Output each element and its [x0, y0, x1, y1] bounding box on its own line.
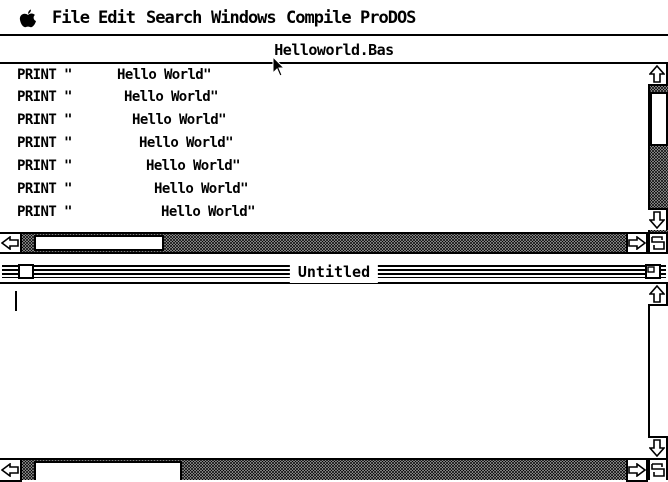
- keyword: PRINT: [17, 158, 57, 174]
- code-string: Hello World": [139, 135, 234, 151]
- scroll-thumb[interactable]: [34, 235, 164, 251]
- code-editor[interactable]: PRINT " Hello World" PRINT " Hello World…: [0, 64, 648, 232]
- vertical-scrollbar[interactable]: [648, 64, 668, 232]
- menu-search[interactable]: Search: [146, 6, 202, 30]
- window-title-bar[interactable]: Helloworld.Bas: [0, 36, 668, 64]
- code-quote: ": [64, 181, 72, 197]
- close-box[interactable]: [18, 264, 34, 279]
- arrow-right-icon: [628, 236, 646, 250]
- code-quote: ": [64, 204, 72, 220]
- scroll-left-button[interactable]: [0, 458, 22, 482]
- code-line: PRINT: [17, 132, 57, 154]
- menu-compile[interactable]: Compile: [286, 6, 352, 30]
- scroll-up-button[interactable]: [648, 284, 668, 306]
- zoom-box[interactable]: [645, 264, 661, 279]
- arrow-right-icon: [628, 463, 646, 477]
- arrow-left-icon: [1, 236, 19, 250]
- code-quote: ": [64, 67, 72, 83]
- text-editor[interactable]: [0, 284, 648, 458]
- grow-box[interactable]: [648, 232, 668, 254]
- arrow-left-icon: [1, 463, 19, 477]
- arrow-up-icon: [649, 65, 665, 83]
- code-quote: ": [64, 135, 72, 151]
- menu-bar: File Edit Search Windows Compile ProDOS: [0, 0, 668, 36]
- grow-box-icon: [651, 236, 665, 250]
- menu-edit[interactable]: Edit: [98, 6, 136, 30]
- code-line: PRINT: [17, 201, 57, 223]
- code-string: Hello World": [161, 204, 256, 220]
- code-string: Hello World": [117, 67, 212, 83]
- code-string: Hello World": [146, 158, 241, 174]
- keyword: PRINT: [17, 135, 57, 151]
- grow-box[interactable]: [648, 458, 668, 480]
- code-string: Hello World": [124, 89, 219, 105]
- text-cursor: [15, 291, 17, 311]
- code-quote: ": [64, 158, 72, 174]
- horizontal-scrollbar[interactable]: [0, 232, 648, 254]
- keyword: PRINT: [17, 112, 57, 128]
- code-line: PRINT: [17, 109, 57, 131]
- scroll-right-button[interactable]: [626, 458, 648, 482]
- window-title: Untitled: [289, 261, 379, 283]
- keyword: PRINT: [17, 181, 57, 197]
- window-title: Helloworld.Bas: [274, 41, 394, 59]
- code-string: Hello World": [132, 112, 227, 128]
- code-line: PRINT: [17, 178, 57, 200]
- apple-icon[interactable]: [18, 9, 38, 29]
- vertical-scrollbar[interactable]: [648, 284, 668, 458]
- keyword: PRINT: [17, 204, 57, 220]
- code-quote: ": [64, 89, 72, 105]
- keyword: PRINT: [17, 89, 57, 105]
- arrow-up-icon: [649, 285, 665, 303]
- keyword: PRINT: [17, 67, 57, 83]
- code-line: PRINT: [17, 86, 57, 108]
- menu-prodos[interactable]: ProDOS: [360, 6, 416, 30]
- zoom-box-icon: [647, 266, 655, 273]
- menu-windows[interactable]: Windows: [211, 6, 277, 30]
- arrow-down-icon: [649, 439, 665, 457]
- scroll-thumb[interactable]: [34, 461, 182, 480]
- code-string: Hello World": [154, 181, 249, 197]
- horizontal-scrollbar[interactable]: [0, 458, 648, 482]
- scroll-thumb[interactable]: [650, 92, 668, 146]
- scroll-up-button[interactable]: [648, 64, 668, 86]
- scroll-down-button[interactable]: [648, 436, 668, 458]
- scroll-right-button[interactable]: [626, 232, 648, 254]
- code-line: PRINT: [17, 155, 57, 177]
- scroll-down-button[interactable]: [648, 208, 668, 230]
- menu-file[interactable]: File: [52, 6, 90, 30]
- code-line: PRINT: [17, 64, 57, 86]
- grow-box-icon: [651, 463, 665, 477]
- arrow-down-icon: [649, 211, 665, 229]
- scroll-left-button[interactable]: [0, 232, 22, 254]
- window-title-bar[interactable]: Untitled: [0, 260, 668, 284]
- code-quote: ": [64, 112, 72, 128]
